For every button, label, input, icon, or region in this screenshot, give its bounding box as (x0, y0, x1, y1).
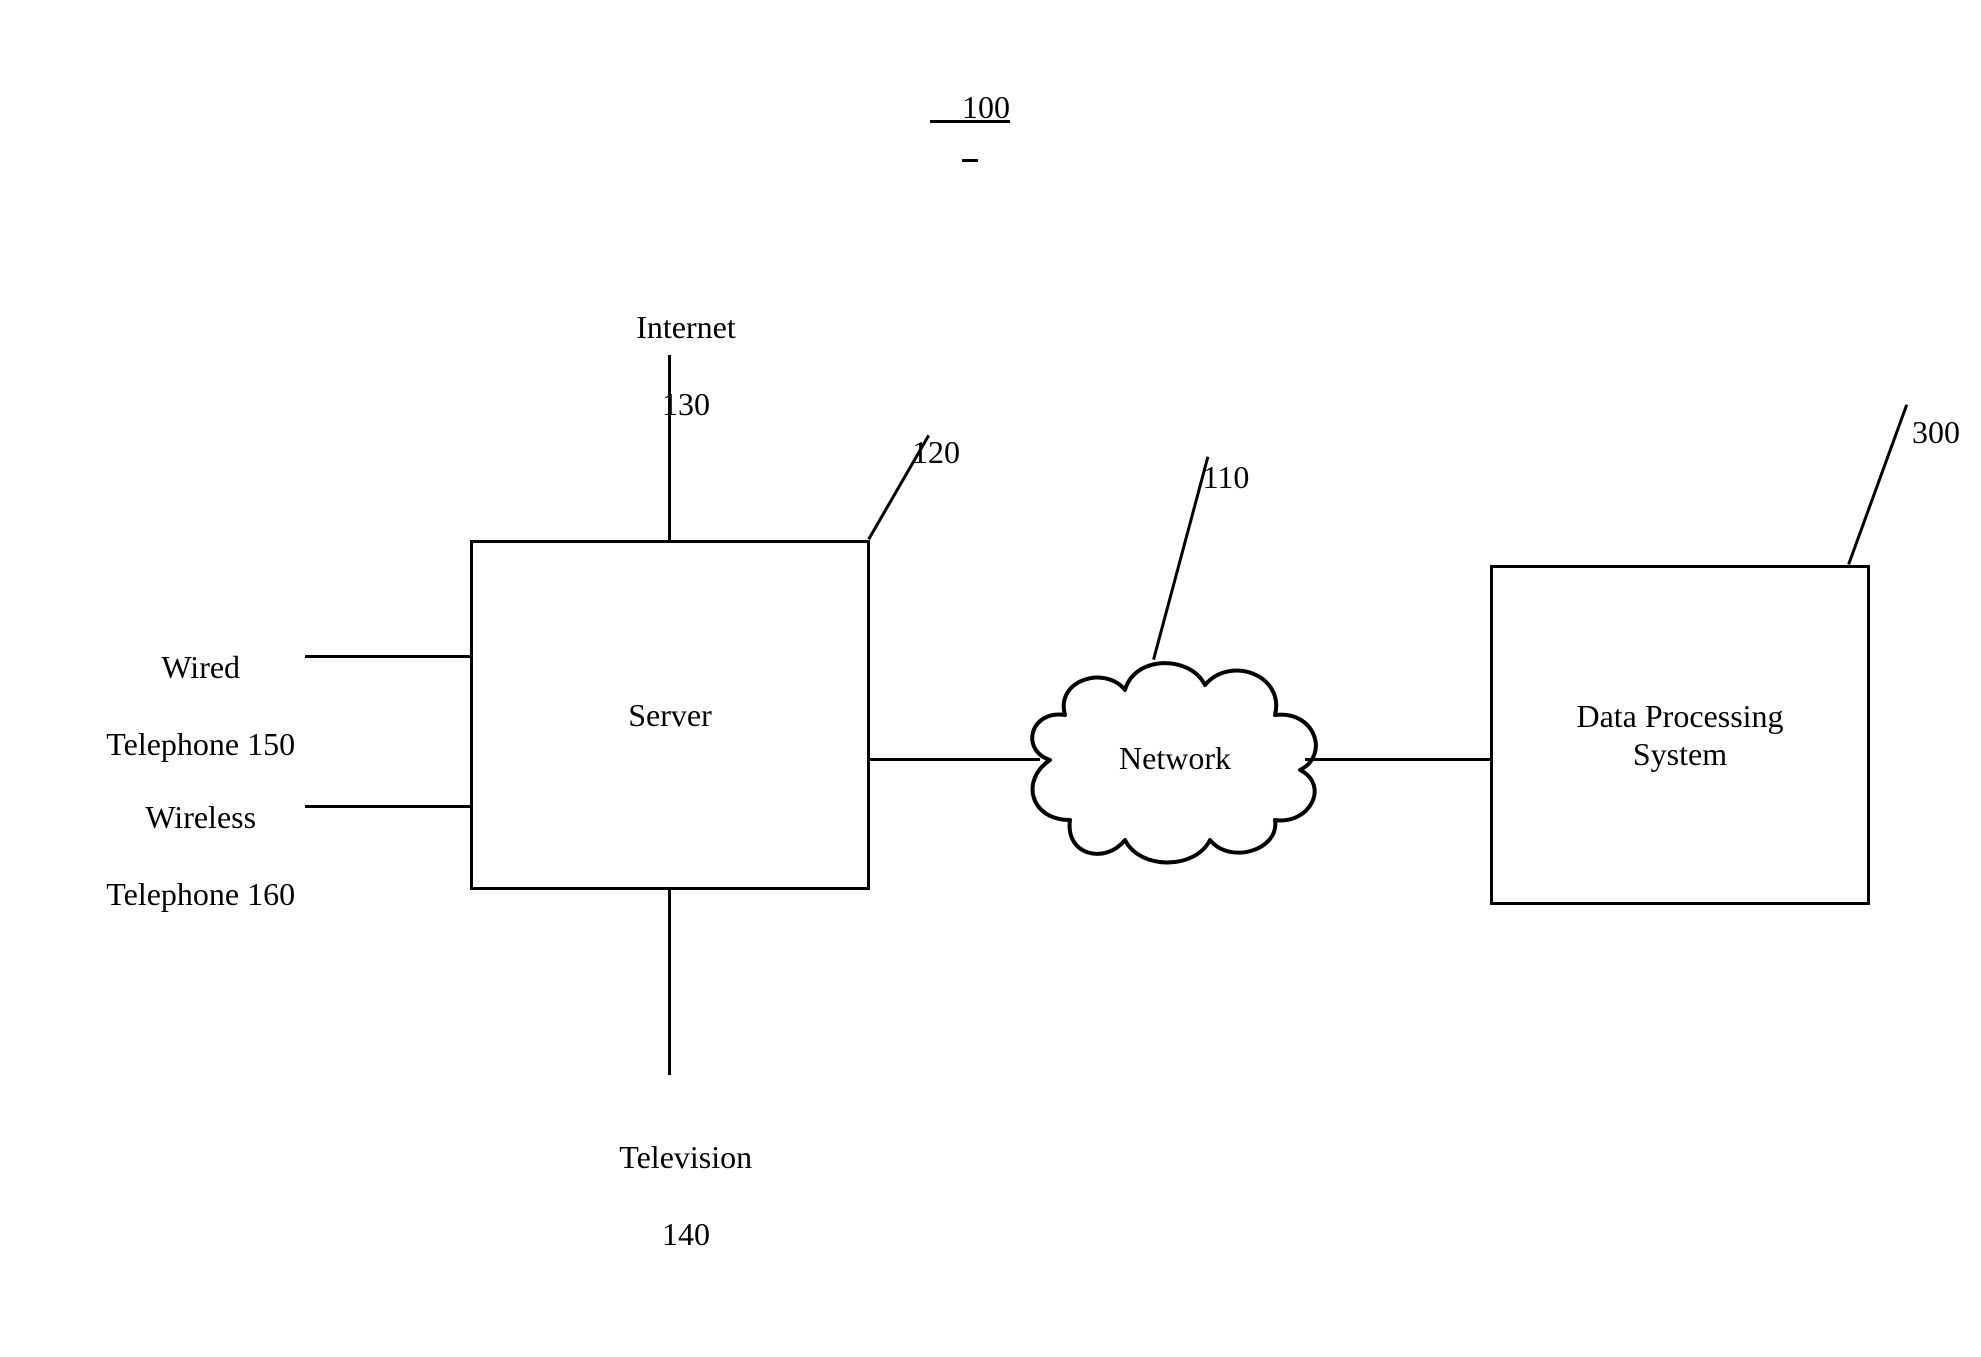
network-ref-text: 110 (1203, 459, 1250, 495)
dps-ref-text: 300 (1912, 414, 1960, 450)
dps-box-label-line2: System (1633, 736, 1727, 772)
line-wireless-server (305, 805, 470, 808)
wired-telephone-label-line2: Telephone 150 (106, 726, 295, 762)
network-cloud-label-container: Network (1010, 740, 1340, 777)
wired-telephone-label-line1: Wired (161, 649, 240, 685)
line-server-television (668, 890, 671, 1075)
dps-box: Data Processing System (1490, 565, 1870, 905)
television-ref-text: 140 (662, 1216, 710, 1252)
figure-reference-100: 100 (920, 50, 1020, 165)
line-internet-server (668, 355, 671, 540)
wireless-telephone-label-line1: Wireless (145, 799, 256, 835)
wireless-telephone-label-line2: Telephone 160 (106, 876, 295, 912)
internet-label-text: Internet (636, 309, 736, 345)
figure-reference-text: 100 (962, 89, 1010, 125)
wireless-telephone-label: Wireless Telephone 160 (65, 760, 305, 952)
television-label: Television 140 (545, 1100, 795, 1292)
line-network-dps (1305, 758, 1490, 761)
dps-ref-label: 300 (1880, 375, 1960, 490)
server-box: Server (470, 540, 870, 890)
diagram-stage: 100 Internet 130 Server 120 Television 1… (0, 0, 1981, 1357)
network-cloud-label: Network (1119, 740, 1231, 776)
dps-box-label-container: Data Processing System (1576, 697, 1783, 774)
network-ref-label: 110 (1170, 420, 1250, 535)
line-wired-server (305, 655, 470, 658)
dps-box-label-line1: Data Processing (1576, 698, 1783, 734)
television-label-text: Television (619, 1139, 752, 1175)
network-cloud: Network (1010, 620, 1340, 890)
server-box-label: Server (628, 696, 712, 734)
